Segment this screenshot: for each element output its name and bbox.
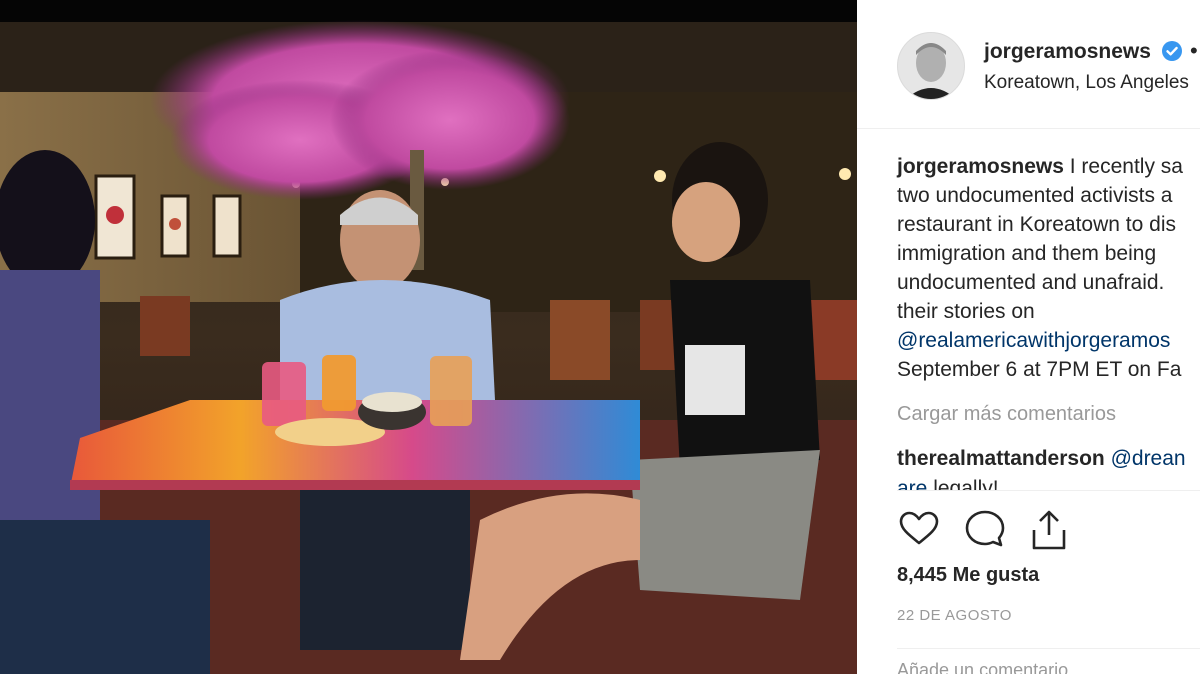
post-date[interactable]: 22 DE AGOSTO bbox=[897, 607, 1012, 624]
caption-line: undocumented and unafraid. bbox=[897, 271, 1165, 294]
verified-badge-icon bbox=[1162, 41, 1182, 61]
caption-line: restaurant in Koreatown to dis bbox=[897, 213, 1176, 236]
load-more-comments-button[interactable]: Cargar más comentarios bbox=[897, 403, 1116, 426]
comment-item: therealmattanderson @drean are legally! bbox=[897, 444, 1200, 490]
post-photo[interactable] bbox=[0, 0, 857, 674]
separator-dot: • bbox=[1190, 38, 1198, 63]
comment-bubble-icon[interactable] bbox=[963, 508, 1007, 552]
restaurant-interview-image bbox=[0, 0, 857, 674]
caption-line: jorgeramosnews I recently sa bbox=[897, 152, 1200, 181]
caption-username[interactable]: jorgeramosnews bbox=[897, 155, 1064, 178]
comment-username[interactable]: therealmattanderson bbox=[897, 447, 1105, 470]
avatar[interactable] bbox=[897, 32, 965, 100]
post-location[interactable]: Koreatown, Los Angeles bbox=[984, 72, 1189, 94]
avatar-portrait bbox=[898, 33, 964, 99]
heart-icon[interactable] bbox=[897, 508, 941, 552]
post-username[interactable]: jorgeramosnews bbox=[984, 40, 1151, 64]
caption: jorgeramosnews I recently sa two undocum… bbox=[897, 152, 1200, 384]
comment-mention-link[interactable]: @drean bbox=[1105, 447, 1186, 470]
divider bbox=[897, 648, 1200, 649]
caption-line: September 6 at 7PM ET on Fa bbox=[897, 358, 1182, 381]
add-comment-input[interactable]: Añade un comentario... bbox=[897, 660, 1083, 674]
post-header: jorgeramosnews • Koreatown, Los Angeles bbox=[857, 0, 1200, 129]
post-sidebar: jorgeramosnews • Koreatown, Los Angeles … bbox=[857, 0, 1200, 674]
divider bbox=[897, 490, 1200, 491]
caption-mention-link[interactable]: @realamericawithjorgeramos bbox=[897, 326, 1200, 355]
caption-line: their stories on bbox=[897, 300, 1035, 323]
comment-text: legally! bbox=[927, 477, 999, 490]
comment-mention-link-continued[interactable]: are bbox=[897, 477, 927, 490]
caption-line: immigration and them being bbox=[897, 242, 1157, 265]
likes-count[interactable]: 8,445 Me gusta bbox=[897, 564, 1039, 587]
caption-text: I recently sa bbox=[1063, 155, 1183, 178]
caption-line: two undocumented activists a bbox=[897, 184, 1173, 207]
share-upload-icon[interactable] bbox=[1027, 508, 1071, 552]
